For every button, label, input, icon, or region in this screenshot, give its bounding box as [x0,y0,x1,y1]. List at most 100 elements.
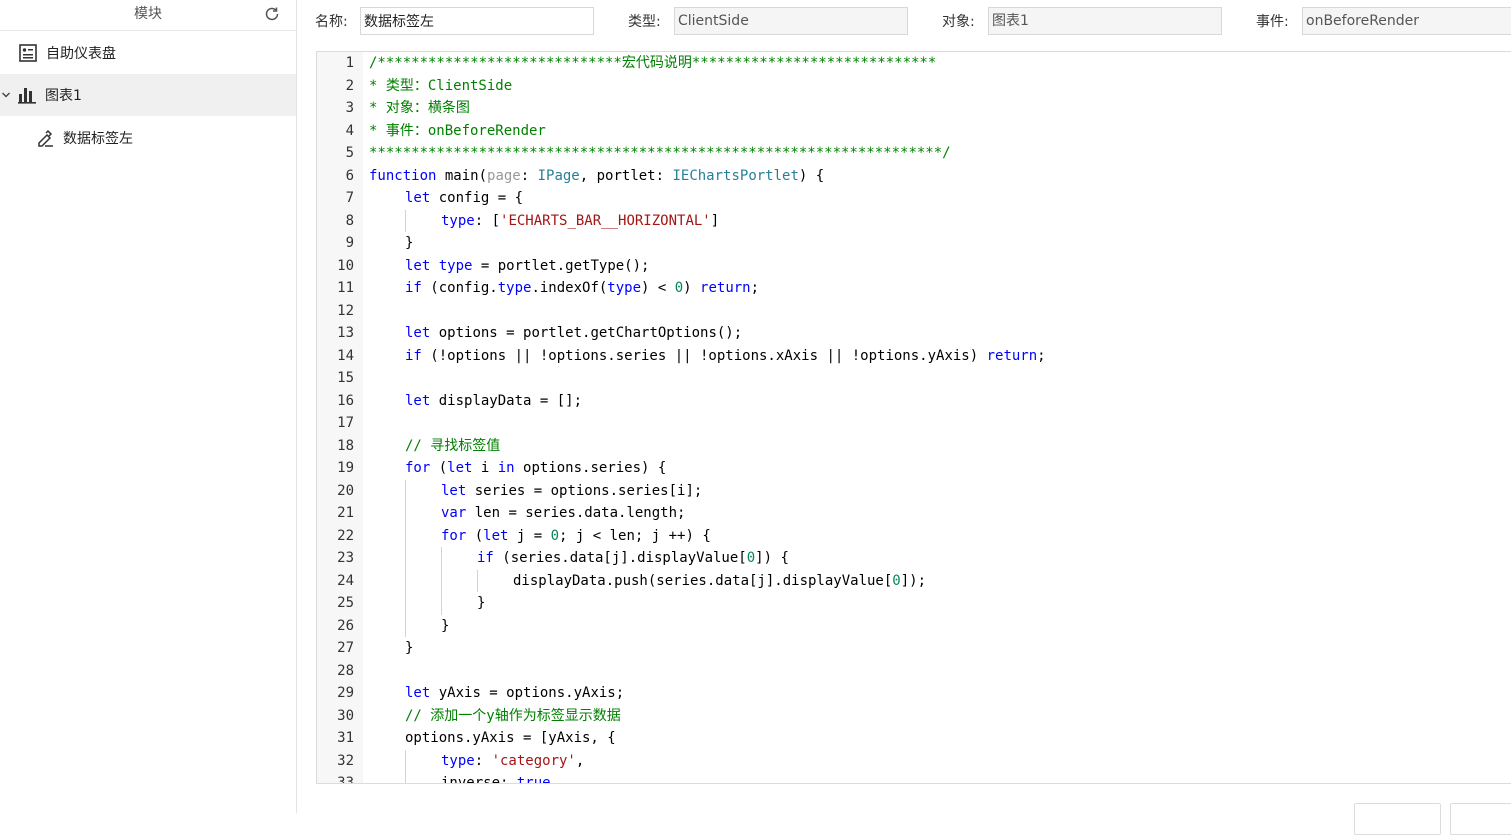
code-line[interactable]: 17 [317,412,1511,435]
code-token: (series.data[j].displayValue[ [493,550,747,566]
code-text: if (series.data[j].displayValue[0]) { [477,547,789,570]
code-line[interactable]: 3 * 对象：横条图 [317,97,1511,120]
code-line[interactable]: 19 for (let i in options.series) { [317,457,1511,480]
name-input[interactable] [360,7,594,35]
code-token: * 事件：onBeforeRender [369,122,546,139]
code-token: ]); [900,572,927,589]
dashboard-icon [19,44,37,62]
code-token: 0 [746,550,756,566]
indent-guide [405,614,406,637]
code-line[interactable]: 30 // 添加一个y轴作为标签显示数据 [317,705,1511,728]
code-line[interactable]: 6 function main(page: IPage, portlet: IEC… [317,165,1511,188]
code-line[interactable]: 11 if (config.type.indexOf(type) < 0) ret… [317,277,1511,300]
sidebar-title: 模块 [134,6,162,22]
code-text: function main(page: IPage, portlet: IECh… [369,165,824,188]
line-number: 5 [345,145,354,161]
tree-item-dashboard[interactable]: 自助仪表盘 [0,32,296,74]
line-number: 28 [337,662,354,679]
code-line[interactable]: 1 /*****************************宏代码说明****… [317,52,1511,75]
indent-guide [405,547,406,570]
code-line[interactable]: 23 if (series.data[j].displayValue[0]) { [317,547,1511,570]
code-token: ; j < len; j ++) { [559,527,711,544]
code-line[interactable]: 8 type: ['ECHARTS_BAR__HORIZONTAL'] [317,209,1511,232]
code-line[interactable]: 20 let series = options.series[i]; [317,479,1511,502]
tree-item-label: 图表1 [45,88,82,104]
code-token: page [487,167,521,184]
code-token: let [483,527,509,544]
code-token: type [607,280,642,296]
code-token: len = series.data.length; [466,505,686,521]
code-token: ) { [798,167,825,184]
code-token: 0 [674,280,684,296]
ok-button[interactable] [1354,803,1441,835]
cancel-button[interactable] [1450,803,1511,835]
line-number: 4 [345,122,354,139]
code-line[interactable]: 29 let yAxis = options.yAxis; [317,682,1511,705]
refresh-icon[interactable] [262,4,282,24]
code-text: // 添加一个y轴作为标签显示数据 [405,705,621,728]
tree-item-chart1[interactable]: 图表1 [0,74,296,116]
indent-guide [405,524,406,547]
bar-chart-icon [18,88,36,104]
code-line[interactable]: 25} [317,592,1511,615]
line-number: 31 [337,730,354,746]
code-token: : [520,167,538,184]
code-text: // 寻找标签值 [405,435,500,458]
code-line[interactable]: 2 * 类型：ClientSide [317,75,1511,98]
code-token: .indexOf( [531,280,608,296]
code-line[interactable]: 10 let type = portlet.getType(); [317,255,1511,278]
code-line[interactable]: 27} [317,637,1511,660]
line-number: 19 [337,460,354,476]
code-token: let [405,392,431,409]
code-text: options.yAxis = [yAxis, { [405,727,616,750]
code-line[interactable]: 21 var len = series.data.length; [317,502,1511,525]
line-number: 11 [337,280,354,296]
code-line[interactable]: 24 displayData.push(series.data[j].displa… [317,569,1511,592]
code-line[interactable]: 15 [317,367,1511,390]
code-line[interactable]: 26} [317,614,1511,637]
code-token: options.series) { [514,460,667,476]
chevron-down-icon[interactable] [1,90,11,100]
code-editor[interactable]: 1 /*****************************宏代码说明****… [316,51,1511,784]
tree-item-macro[interactable]: 数据标签左 [0,117,296,159]
line-number: 18 [337,437,354,454]
line-number: 32 [337,752,354,769]
code-token: if [405,280,422,296]
code-line[interactable]: 22 for (let j = 0; j < len; j ++) { [317,524,1511,547]
code-line[interactable]: 14 if (!options || !options.series || !op… [317,345,1511,368]
line-number: 25 [337,595,354,611]
code-line[interactable]: 12 [317,300,1511,323]
code-token: function [369,167,437,184]
line-number: 24 [337,572,354,589]
module-sidebar: 模块 自助仪表盘 图表1 数据标签左 [0,0,297,813]
code-line[interactable]: 18 // 寻找标签值 [317,435,1511,458]
code-token: : [ [474,212,501,229]
code-line[interactable]: 5 ***************************************… [317,142,1511,165]
code-line[interactable]: 4 * 事件：onBeforeRender [317,120,1511,143]
line-number: 7 [345,190,354,206]
code-token: j = [508,527,551,544]
indent-guide [405,209,406,232]
code-lines[interactable]: 1 /*****************************宏代码说明****… [317,52,1511,783]
code-token: in [497,460,515,476]
code-token: type [441,752,475,769]
code-line[interactable]: 28 [317,660,1511,683]
line-number: 23 [337,550,354,566]
code-line[interactable]: 9} [317,232,1511,255]
code-token: let [405,257,431,274]
type-label: 类型: [628,14,661,30]
code-line[interactable]: 31 options.yAxis = [yAxis, { [317,727,1511,750]
code-text: * 事件：onBeforeRender [369,120,546,143]
line-number: 3 [345,100,354,116]
code-line[interactable]: 33 inverse: true [317,772,1511,783]
code-line[interactable]: 16 let displayData = []; [317,390,1511,413]
indent-guide [441,592,442,615]
code-text: * 类型：ClientSide [369,75,512,98]
code-text: if (!options || !options.series || !opti… [405,345,1046,368]
code-line[interactable]: 13 let options = portlet.getChartOptions(… [317,322,1511,345]
code-token: config = { [430,190,524,206]
code-token: ****************************************… [369,145,951,161]
code-line[interactable]: 32 type: 'category', [317,749,1511,772]
line-number: 1 [345,55,354,71]
code-line[interactable]: 7 let config = { [317,187,1511,210]
